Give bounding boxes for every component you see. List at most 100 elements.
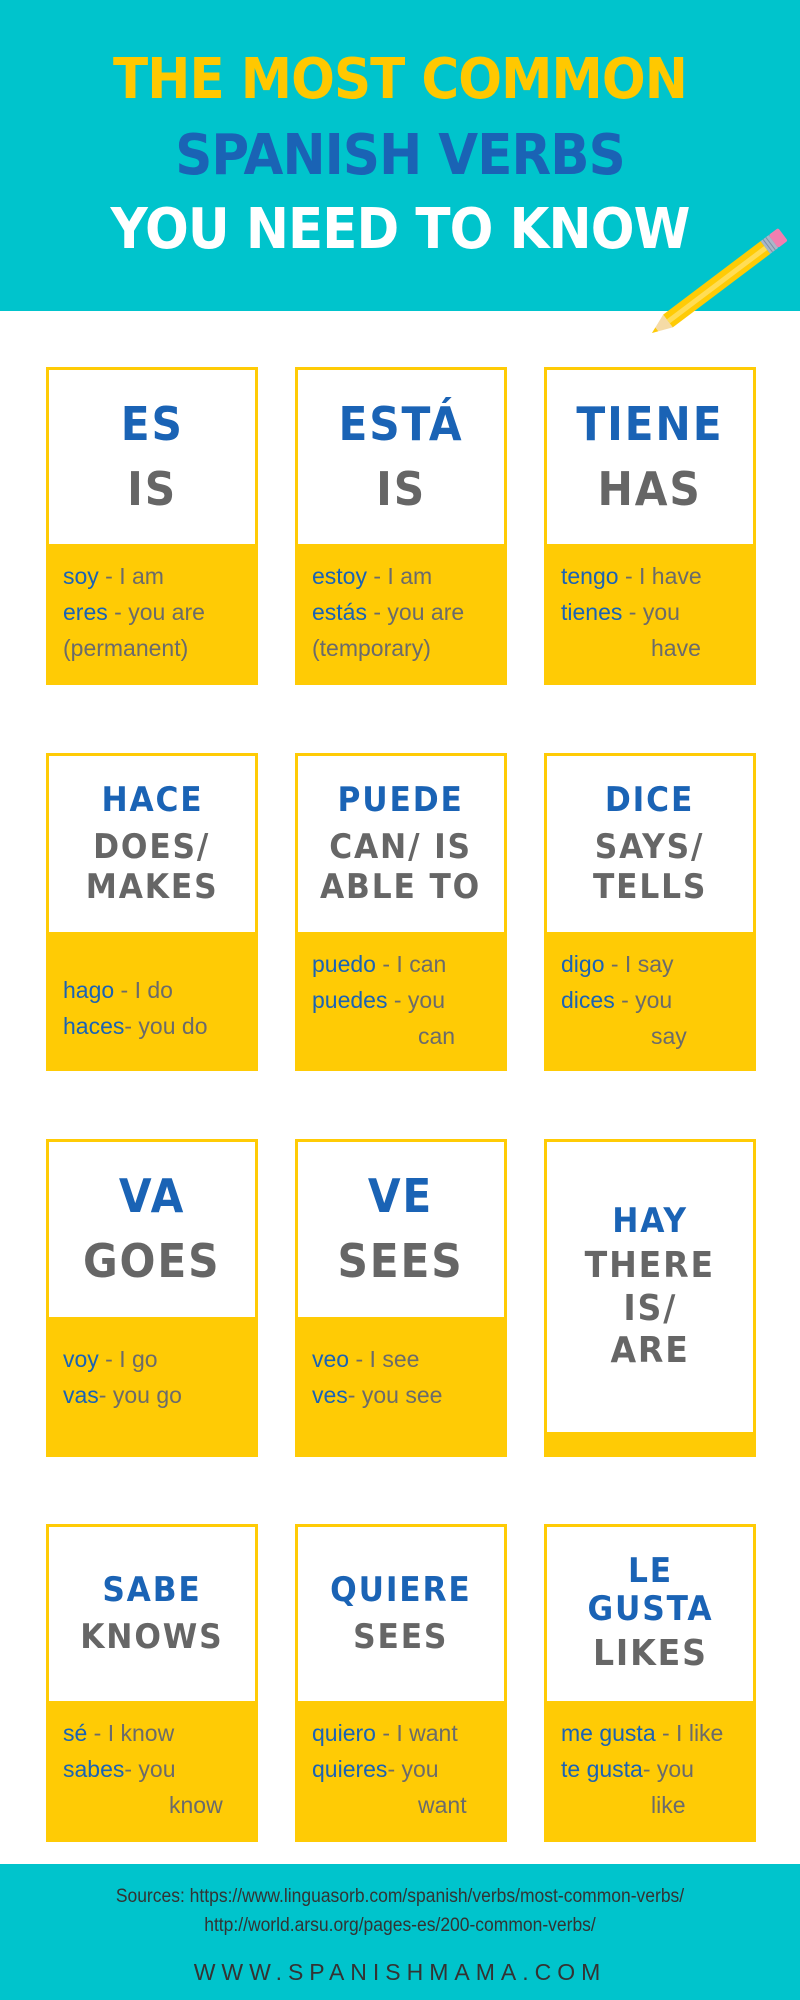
- conjugation-line: eres - you are: [63, 594, 255, 630]
- spanish-form: hago: [63, 977, 115, 1003]
- spanish-verb: TIENE: [576, 396, 724, 451]
- spanish-verb: HACE: [100, 780, 204, 821]
- sources-line-2: http://world.arsu.org/pages-es/200-commo…: [204, 1915, 596, 1936]
- english-translation: - I do: [114, 977, 173, 1003]
- verb-card: QUIERE SEES quiero - I want quieres- you wan…: [295, 1524, 507, 1842]
- english-translation: - you: [387, 1756, 439, 1782]
- conjugation-line: can: [312, 1018, 504, 1054]
- english-meaning: DOES/: [93, 826, 211, 867]
- conjugation-line: estoy - I am: [312, 558, 504, 594]
- english-meaning: TELLS: [592, 866, 708, 907]
- verb-card: DICE SAYS/TELLS digo - I say dices - you say: [544, 753, 756, 1071]
- spanish-form: quiero: [312, 1720, 376, 1746]
- english-meaning: IS: [376, 461, 426, 516]
- english-translation: (permanent): [63, 635, 189, 661]
- footer-banner: Sources: https://www.linguasorb.com/span…: [0, 1864, 800, 2000]
- spanish-form: ves: [312, 1382, 348, 1408]
- spanish-form: quieres: [312, 1756, 388, 1782]
- english-translation: - I am: [98, 563, 164, 589]
- spanish-verb: PUEDE: [337, 780, 465, 821]
- verb-card: TIENE HAS tengo - I have tienes - you have: [544, 367, 756, 685]
- conjugation-line: voy - I go: [63, 1341, 255, 1377]
- verb-card: PUEDE CAN/ IS ABLE TO puedo - I can puedes -…: [295, 753, 507, 1071]
- conjugation-line: want: [312, 1787, 504, 1823]
- spanish-form: estoy: [312, 563, 367, 589]
- spanish-verb: SABE: [102, 1570, 202, 1611]
- conjugation-line: like: [561, 1787, 753, 1823]
- verb-card: VE SEES veo - I see ves- you see: [295, 1139, 507, 1457]
- conjugation-list: hago - I do haces- you do: [49, 932, 255, 1044]
- conjugation-line: hago - I do: [63, 972, 255, 1008]
- english-meaning: CAN/ IS: [329, 826, 473, 867]
- sources-line-1: Sources: https://www.linguasorb.com/span…: [115, 1886, 685, 1907]
- spanish-verb: GUSTA: [587, 1588, 713, 1629]
- conjugation-line: vas- you go: [63, 1377, 255, 1413]
- verb-card-header: VE SEES: [298, 1142, 504, 1317]
- english-meaning: ARE: [610, 1329, 690, 1371]
- spanish-form: digo: [561, 951, 605, 977]
- spanish-form: puedo: [312, 951, 376, 977]
- english-translation: have: [651, 635, 701, 661]
- spanish-form: soy: [63, 563, 99, 589]
- verb-card: SABE KNOWS sé - I know sabes- you know: [46, 1524, 258, 1842]
- spanish-form: vas: [63, 1382, 99, 1408]
- conjugation-line: tengo - I have: [561, 558, 753, 594]
- english-translation: - I say: [604, 951, 674, 977]
- conjugation-list: soy - I am eres - you are (permanent): [49, 544, 255, 666]
- english-translation: (temporary): [312, 635, 431, 661]
- english-meaning: ABLE TO: [320, 866, 482, 907]
- conjugation-list: voy - I go vas- you go: [49, 1317, 255, 1413]
- spanish-form: sabes: [63, 1756, 125, 1782]
- conjugation-line: say: [561, 1018, 753, 1054]
- conjugation-line: puedes - you: [312, 982, 504, 1018]
- english-translation: - I can: [375, 951, 447, 977]
- conjugation-line: sabes- you: [63, 1751, 255, 1787]
- english-meaning: SAYS/: [595, 826, 705, 867]
- english-translation: want: [418, 1792, 467, 1818]
- conjugation-line: te gusta- you: [561, 1751, 753, 1787]
- spanish-form: me gusta: [561, 1720, 656, 1746]
- spanish-form: te gusta: [561, 1756, 643, 1782]
- verb-card-header: QUIERE SEES: [298, 1527, 504, 1701]
- english-meaning: KNOWS: [80, 1616, 224, 1657]
- english-meaning: IS: [127, 461, 177, 516]
- verb-card: VA GOES voy - I go vas- you go: [46, 1139, 258, 1457]
- verb-card: HAY THERE IS/ARE: [544, 1139, 756, 1457]
- spanish-verb: LE: [627, 1551, 673, 1592]
- english-translation: - you: [124, 1756, 176, 1782]
- english-translation: - you are: [366, 599, 465, 625]
- spanish-form: voy: [63, 1346, 99, 1372]
- english-meaning: HAS: [597, 461, 703, 516]
- english-translation: - you: [622, 599, 680, 625]
- verb-card: ESTÁ IS estoy - I am estás - you are (tempor…: [295, 367, 507, 685]
- spanish-form: sé: [63, 1720, 88, 1746]
- english-meaning: SEES: [337, 1234, 465, 1289]
- english-translation: like: [651, 1792, 686, 1818]
- verb-card: HACE DOES/MAKES hago - I do haces- you do: [46, 753, 258, 1071]
- conjugation-line: (permanent): [63, 630, 255, 666]
- english-translation: - I am: [366, 563, 433, 589]
- spanish-form: puedes: [312, 987, 388, 1013]
- title-line-1: THE MOST COMMON: [113, 47, 688, 112]
- verb-card-header: LE GUSTA LIKES: [547, 1527, 753, 1701]
- conjugation-line: estás - you are: [312, 594, 504, 630]
- english-translation: - you do: [124, 1013, 208, 1039]
- conjugation-list: sé - I know sabes- you know: [49, 1701, 255, 1823]
- title-line-2: SPANISH VERBS: [175, 123, 626, 188]
- spanish-verb: ESTÁ: [338, 396, 464, 451]
- spanish-form: haces: [63, 1013, 125, 1039]
- english-translation: - I know: [87, 1720, 175, 1746]
- english-translation: - you go: [98, 1382, 182, 1408]
- spanish-verb: VE: [368, 1169, 434, 1224]
- spanish-verb: HAY: [612, 1200, 688, 1241]
- conjugation-line: have: [561, 630, 753, 666]
- english-translation: say: [651, 1023, 687, 1049]
- conjugation-list: me gusta - I like te gusta- you like: [547, 1701, 753, 1823]
- verb-card: LE GUSTA LIKES me gusta - I like te gusta- y…: [544, 1524, 756, 1842]
- spanish-verb: DICE: [605, 780, 695, 821]
- verb-card-header: PUEDE CAN/ IS ABLE TO: [298, 756, 504, 932]
- website-url: WWW.SPANISHMAMA.COM: [193, 1959, 607, 1985]
- verb-card-header: TIENE HAS: [547, 370, 753, 544]
- english-meaning: GOES: [83, 1234, 221, 1289]
- verb-card-header: DICE SAYS/TELLS: [547, 756, 753, 932]
